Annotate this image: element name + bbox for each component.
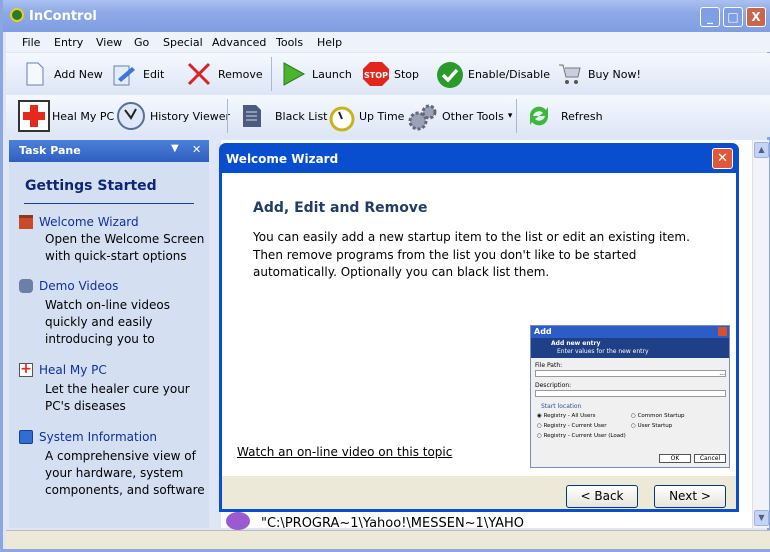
toolbar-separator	[516, 99, 517, 133]
welcome-wizard-link[interactable]: Welcome Wizard	[19, 215, 210, 229]
stop-sign-icon: STOP	[362, 61, 389, 87]
stopwatch-icon	[329, 103, 355, 132]
wizard-heading: Add, Edit and Remove	[253, 200, 428, 216]
scroll-down-button[interactable]: ▼	[754, 510, 769, 526]
menu-bar: File Entry View Go Special Advanced Tool…	[6, 32, 770, 52]
edit-button[interactable]: Edit	[111, 56, 164, 92]
task-pane-header: Task Pane ▼ ✕	[9, 140, 209, 162]
wizard-icon	[19, 215, 33, 229]
info-icon	[19, 430, 33, 444]
toolbar-separator	[271, 57, 272, 91]
heal-my-pc-link[interactable]: + Heal My PC	[19, 361, 195, 377]
add-new-button[interactable]: Add New	[22, 56, 103, 92]
remove-button[interactable]: Remove	[186, 56, 263, 92]
next-button[interactable]: Next >	[654, 485, 726, 508]
up-time-button[interactable]: Up Time	[329, 98, 404, 134]
buy-now-button[interactable]: Buy Now!	[556, 56, 641, 92]
close-button[interactable]: X	[746, 7, 766, 27]
task-pane-heading: Gettings Started	[25, 178, 157, 194]
menu-special[interactable]: Special	[163, 36, 203, 49]
chevron-down-icon: ▾	[507, 111, 513, 121]
red-cross-icon: +	[19, 361, 33, 377]
history-viewer-button[interactable]: History Viewer	[116, 98, 230, 134]
wizard-description: You can easily add a new startup item to…	[253, 230, 690, 279]
demo-videos-link[interactable]: Demo Videos	[19, 279, 180, 293]
title-bar: InControl _ □ X	[3, 0, 770, 32]
main-toolbar: Add New Edit Remove Launch STOP Stop Enab…	[6, 53, 770, 95]
wizard-footer: < Back Next >	[222, 476, 736, 509]
shopping-cart-icon	[556, 61, 582, 87]
list-document-icon	[239, 103, 265, 129]
toolbar-separator	[227, 99, 228, 133]
add-dialog-preview: Add Add new entry Enter values for the ne…	[530, 325, 730, 468]
preview-description-field	[535, 390, 726, 397]
refresh-button[interactable]: Refresh	[525, 98, 603, 134]
preview-close-icon	[718, 327, 727, 336]
task-item-welcome-wizard: Welcome Wizard Open the Welcome Screen w…	[19, 215, 210, 265]
refresh-icon	[525, 102, 553, 130]
clock-icon	[116, 101, 146, 131]
task-pane: Task Pane ▼ ✕ Gettings Started Welcome W…	[9, 140, 209, 528]
launch-button[interactable]: Launch	[280, 56, 352, 92]
menu-advanced[interactable]: Advanced	[212, 36, 266, 49]
black-list-button[interactable]: Black List	[239, 98, 328, 134]
status-bar	[6, 530, 770, 549]
preview-header: Add new entry Enter values for the new en…	[531, 338, 729, 358]
svg-text:STOP: STOP	[364, 71, 388, 80]
menu-file[interactable]: File	[22, 36, 40, 49]
other-tools-button[interactable]: Other Tools ▾	[408, 98, 512, 134]
scroll-up-button[interactable]: ▲	[754, 142, 769, 158]
red-x-icon	[186, 61, 212, 87]
app-icon	[10, 8, 24, 22]
task-item-system-information: System Information A comprehensive view …	[19, 430, 210, 499]
green-check-icon	[436, 61, 463, 88]
vertical-scrollbar[interactable]: ▲ ▼	[752, 140, 769, 528]
edit-pencil-icon	[111, 61, 137, 87]
list-row[interactable]: "C:\PROGRA~1\Yahoo!\MESSEN~1\YAHO	[261, 516, 524, 531]
window-title: InControl	[29, 9, 97, 24]
wizard-body: Add, Edit and Remove You can easily add …	[222, 173, 736, 476]
task-pane-menu-icon[interactable]: ▼	[171, 143, 179, 154]
system-information-link[interactable]: System Information	[19, 430, 210, 444]
menu-tools[interactable]: Tools	[276, 36, 303, 49]
camera-icon	[19, 279, 33, 293]
stop-button[interactable]: STOP Stop	[362, 56, 419, 92]
menu-view[interactable]: View	[96, 36, 122, 49]
menu-help[interactable]: Help	[317, 36, 342, 49]
task-pane-close-icon[interactable]: ✕	[192, 143, 201, 156]
gears-icon	[408, 103, 438, 131]
preview-file-path-field: ...	[535, 370, 726, 377]
welcome-wizard-dialog: Welcome Wizard ✕ Add, Edit and Remove Yo…	[219, 143, 739, 512]
menu-entry[interactable]: Entry	[54, 36, 83, 49]
secondary-toolbar: Heal My PC History Viewer Black List Up …	[6, 95, 770, 137]
new-document-icon	[22, 61, 48, 87]
maximize-button[interactable]: □	[723, 7, 743, 27]
wizard-title-bar: Welcome Wizard ✕	[222, 143, 736, 173]
task-item-demo-videos: Demo Videos Watch on-line videos quickly…	[19, 279, 180, 348]
enable-disable-button[interactable]: Enable/Disable	[436, 56, 550, 92]
yahoo-messenger-icon	[226, 512, 250, 530]
wizard-close-button[interactable]: ✕	[712, 148, 733, 169]
divider	[24, 203, 194, 204]
red-cross-icon	[18, 100, 50, 132]
task-item-heal-my-pc: + Heal My PC Let the healer cure your PC'…	[19, 361, 195, 415]
back-button[interactable]: < Back	[566, 485, 638, 508]
menu-go[interactable]: Go	[134, 36, 149, 49]
minimize-button[interactable]: _	[700, 7, 720, 27]
video-link[interactable]: Watch an on-line video on this topic	[237, 445, 452, 459]
heal-my-pc-button[interactable]: Heal My PC	[18, 98, 114, 134]
play-icon	[280, 61, 306, 87]
